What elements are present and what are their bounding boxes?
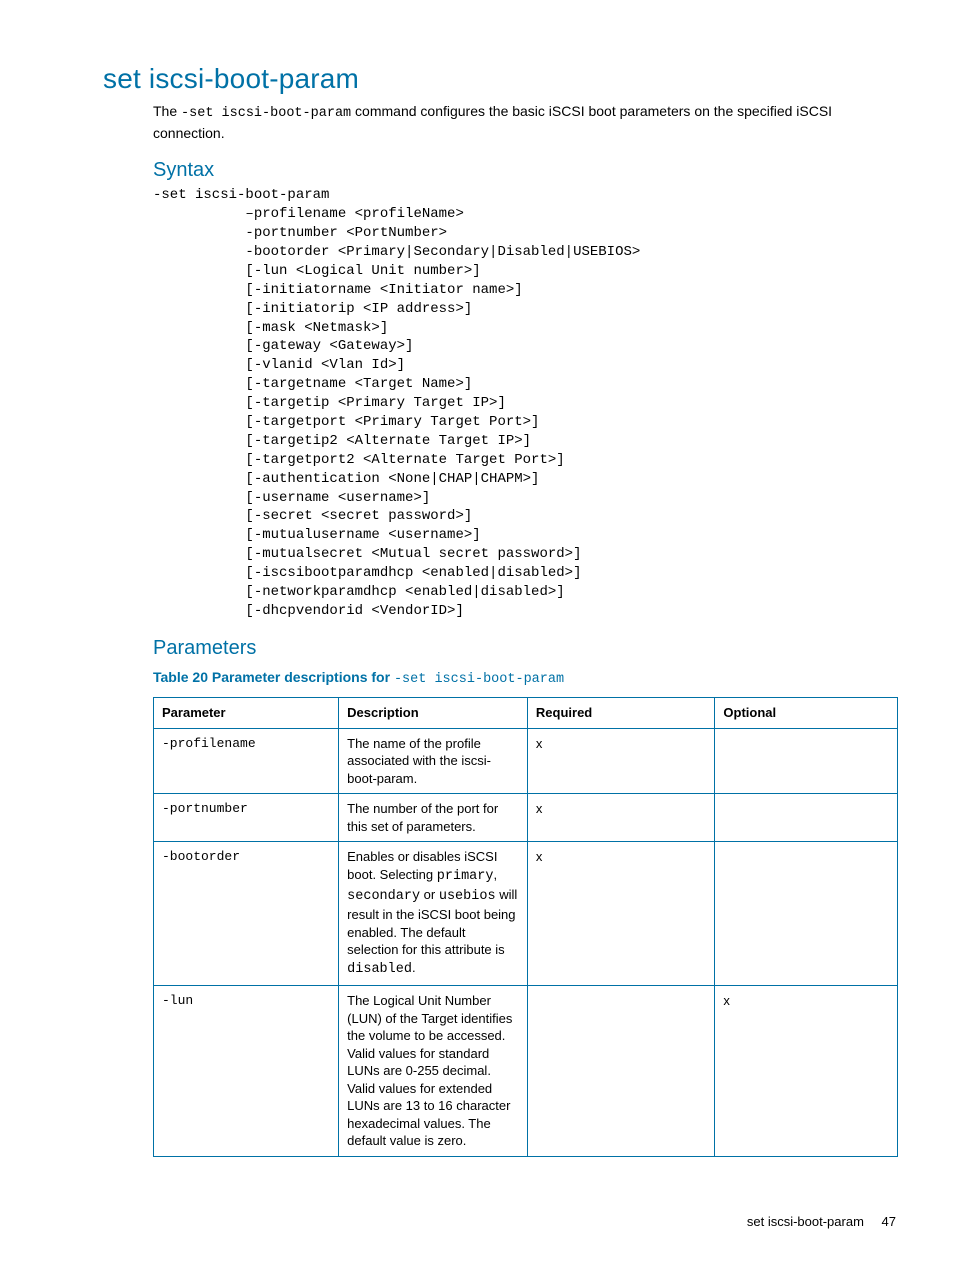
cell-required: x <box>527 728 714 794</box>
table-caption: Table 20 Parameter descriptions for -set… <box>153 668 896 689</box>
col-required: Required <box>527 697 714 728</box>
footer-section: set iscsi-boot-param <box>747 1214 864 1229</box>
col-optional: Optional <box>715 697 898 728</box>
cell-desc: The number of the port for this set of p… <box>339 794 528 842</box>
table-caption-pre: Table 20 Parameter descriptions for <box>153 669 394 685</box>
col-description: Description <box>339 697 528 728</box>
cell-optional <box>715 842 898 986</box>
intro-pre: The <box>153 103 181 119</box>
cell-optional: x <box>715 986 898 1157</box>
parameters-table: Parameter Description Required Optional … <box>153 697 898 1157</box>
page-title: set iscsi-boot-param <box>103 60 896 98</box>
cell-desc: The Logical Unit Number (LUN) of the Tar… <box>339 986 528 1157</box>
intro-paragraph: The -set iscsi-boot-param command config… <box>153 102 896 143</box>
table-row: -profilename The name of the profile ass… <box>154 728 898 794</box>
syntax-block: -set iscsi-boot-param –profilename <prof… <box>153 186 896 620</box>
cell-param: -bootorder <box>154 842 339 986</box>
cell-desc: The name of the profile associated with … <box>339 728 528 794</box>
cell-desc: Enables or disables iSCSI boot. Selectin… <box>339 842 528 986</box>
table-row: -bootorder Enables or disables iSCSI boo… <box>154 842 898 986</box>
table-caption-code: -set iscsi-boot-param <box>394 672 564 687</box>
cell-required: x <box>527 842 714 986</box>
cell-param: -profilename <box>154 728 339 794</box>
syntax-heading: Syntax <box>153 157 896 184</box>
cell-optional <box>715 794 898 842</box>
cell-param: -portnumber <box>154 794 339 842</box>
table-row: -portnumber The number of the port for t… <box>154 794 898 842</box>
parameters-heading: Parameters <box>153 635 896 662</box>
intro-code: -set iscsi-boot-param <box>181 106 351 121</box>
page-footer: set iscsi-boot-param 47 <box>747 1213 896 1231</box>
table-header-row: Parameter Description Required Optional <box>154 697 898 728</box>
table-row: -lun The Logical Unit Number (LUN) of th… <box>154 986 898 1157</box>
footer-page-number: 47 <box>882 1214 896 1229</box>
cell-required: x <box>527 794 714 842</box>
col-parameter: Parameter <box>154 697 339 728</box>
cell-param: -lun <box>154 986 339 1157</box>
cell-required <box>527 986 714 1157</box>
cell-optional <box>715 728 898 794</box>
